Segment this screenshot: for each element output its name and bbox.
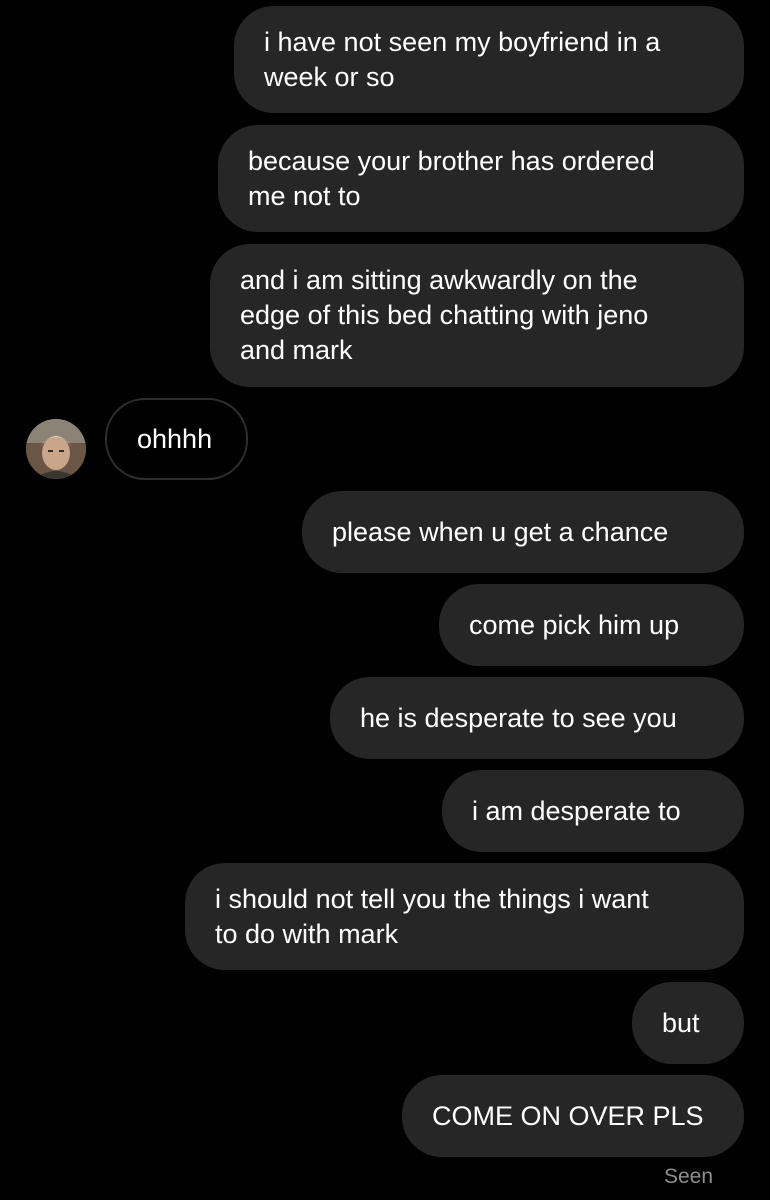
avatar-photo-icon [26, 419, 86, 479]
message-bubble-sent[interactable]: he is desperate to see you [330, 677, 744, 759]
message-bubble-sent[interactable]: i am desperate to [442, 770, 744, 852]
contact-avatar[interactable] [26, 419, 86, 479]
message-bubble-sent[interactable]: i should not tell you the things i want … [185, 863, 744, 970]
message-bubble-sent[interactable]: i have not seen my boyfriend in a week o… [234, 6, 744, 113]
seen-status: Seen [663, 1165, 713, 1188]
message-bubble-sent[interactable]: COME ON OVER PLS [402, 1075, 744, 1157]
message-bubble-sent[interactable]: because your brother has ordered me not … [218, 125, 744, 232]
message-bubble-sent[interactable]: come pick him up [439, 584, 744, 666]
message-bubble-sent[interactable]: but [632, 982, 744, 1064]
message-bubble-received[interactable]: ohhhh [105, 398, 248, 480]
message-bubble-sent[interactable]: please when u get a chance [302, 491, 744, 573]
message-bubble-sent[interactable]: and i am sitting awkwardly on the edge o… [210, 244, 744, 387]
